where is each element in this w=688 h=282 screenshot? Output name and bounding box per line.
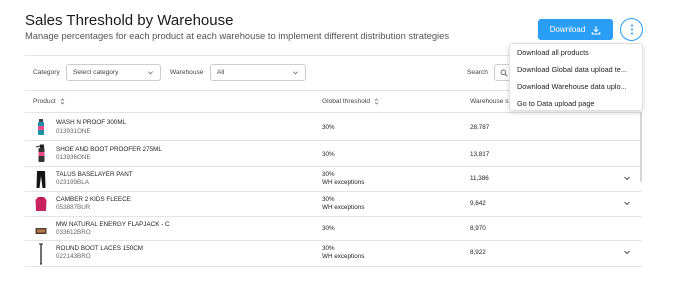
search-icon [500, 69, 508, 77]
download-options-menu: Download all products Download Global da… [509, 43, 643, 111]
table-scrollbar[interactable] [640, 112, 642, 182]
category-label: Category [33, 69, 60, 76]
column-header-global-label: Global threshold [322, 98, 371, 105]
product-name: MW NATURAL ENERGY FLAPJACK - C [56, 221, 170, 228]
product-code: 013931ONE [56, 128, 91, 135]
global-threshold-value: 30% [322, 171, 335, 178]
warehouse-stock-value: 9,642 [470, 200, 486, 207]
warehouse-stock-value: 8,922 [470, 249, 486, 256]
menu-item-download-warehouse-template[interactable]: Download Warehouse data uplo... [510, 78, 642, 95]
wh-exceptions-label[interactable]: WH exceptions [322, 179, 364, 186]
column-header-product-label: Product [33, 98, 56, 105]
chevron-down-icon [293, 71, 298, 75]
product-name: TALUS BASELAYER PANT [56, 171, 133, 178]
chevron-down-icon[interactable] [623, 199, 631, 207]
global-threshold-value: 30% [322, 151, 335, 158]
wh-exceptions-label[interactable]: WH exceptions [322, 253, 364, 260]
table-row[interactable]: ROUND BOOT LACES 150CM 022143BRO 30% WH … [25, 241, 642, 267]
table-row[interactable]: MW NATURAL ENERGY FLAPJACK - C 033612BRO… [25, 217, 642, 241]
column-header-warehouse-label: Warehouse st [470, 98, 511, 105]
product-name: WASH N PROOF 300ML [56, 119, 127, 126]
kebab-icon [630, 24, 633, 35]
table-row[interactable]: CAMBER 2 KIDS FLEECE 053887BUR 30% WH ex… [25, 192, 642, 217]
warehouse-select-value: All [217, 69, 225, 76]
product-thumbnail [39, 243, 43, 265]
column-header-product[interactable]: Product [33, 98, 65, 105]
global-threshold-value: 30% [322, 245, 335, 252]
product-code: 013936ONE [56, 154, 91, 161]
warehouse-stock-value: 11,386 [470, 175, 489, 182]
column-header-global-threshold[interactable]: Global threshold [322, 98, 379, 105]
table-row[interactable]: SHOE AND BOOT PROOFER 275ML 013936ONE 30… [25, 141, 642, 167]
global-threshold-value: 30% [322, 225, 335, 232]
product-thumbnail [36, 171, 46, 188]
product-name: SHOE AND BOOT PROOFER 275ML [56, 146, 162, 153]
chevron-down-icon [148, 71, 153, 75]
product-name: CAMBER 2 KIDS FLEECE [56, 196, 131, 203]
product-code: 022143BRO [56, 253, 91, 260]
product-code: 023199BLA [56, 179, 89, 186]
global-threshold-value: 30% [322, 124, 335, 131]
product-thumbnail [35, 228, 47, 234]
product-thumbnail [35, 144, 45, 162]
download-button[interactable]: Download [538, 19, 613, 40]
category-select-value: Select category [73, 69, 119, 76]
product-name: ROUND BOOT LACES 150CM [56, 245, 144, 252]
download-icon [591, 25, 601, 34]
sort-icon [60, 98, 64, 105]
global-threshold-value: 30% [322, 196, 335, 203]
chevron-down-icon[interactable] [623, 174, 631, 182]
page-title: Sales Threshold by Warehouse [25, 12, 234, 29]
chevron-down-icon[interactable] [623, 248, 631, 256]
column-header-warehouse[interactable]: Warehouse st [470, 98, 510, 105]
menu-item-download-all-products[interactable]: Download all products [510, 44, 642, 61]
product-thumbnail [38, 119, 44, 135]
wh-exceptions-label[interactable]: WH exceptions [322, 204, 364, 211]
more-options-button[interactable] [620, 18, 643, 41]
table-row[interactable]: WASH N PROOF 300ML 013931ONE 30% 28,787 [25, 113, 642, 141]
product-code: 033612BRO [56, 229, 91, 236]
menu-item-go-to-data-upload[interactable]: Go to Data upload page [510, 95, 642, 110]
table-row[interactable]: TALUS BASELAYER PANT 023199BLA 30% WH ex… [25, 167, 642, 192]
menu-item-download-global-template[interactable]: Download Global data upload te... [510, 61, 642, 78]
product-thumbnail [35, 196, 47, 211]
warehouse-select[interactable]: All [210, 64, 306, 81]
warehouse-stock-value: 8,970 [470, 225, 486, 232]
product-code: 053887BUR [56, 204, 91, 211]
warehouse-stock-value: 13,817 [470, 151, 490, 158]
warehouse-label: Warehouse [170, 69, 204, 76]
search-label: Search [467, 69, 488, 76]
page-subtitle: Manage percentages for each product at e… [25, 30, 450, 41]
category-select[interactable]: Select category [66, 64, 161, 81]
warehouse-stock-value: 28,787 [470, 124, 490, 131]
sort-icon [374, 98, 379, 105]
download-button-label: Download [549, 25, 586, 34]
